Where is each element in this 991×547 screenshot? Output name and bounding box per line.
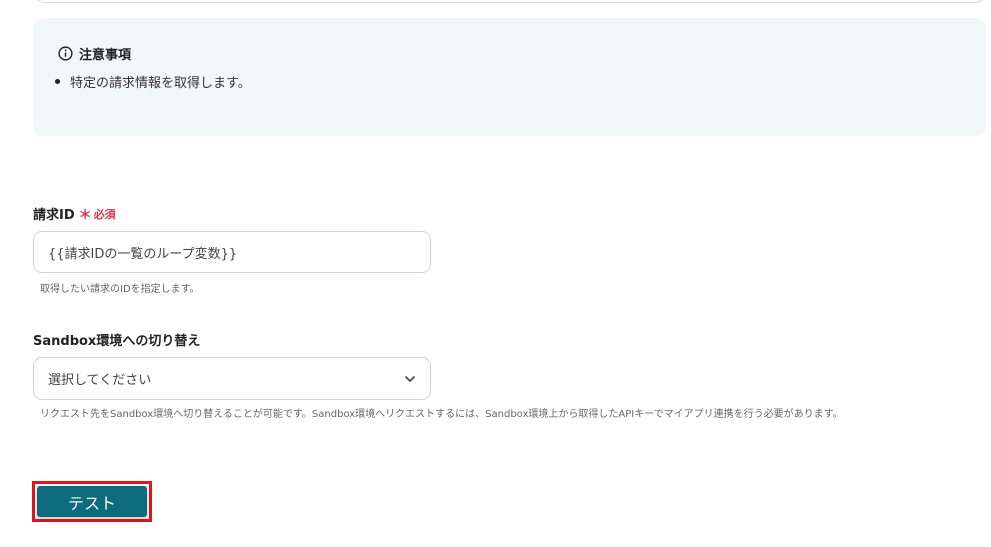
form-page: 注意事項 特定の請求情報を取得します。 請求ID ＊ 必須 {{請求IDの一覧の… [0, 0, 991, 547]
previous-card-edge [33, 0, 987, 3]
sandbox-selected-value: 選択してください [48, 373, 152, 388]
notice-item: 特定の請求情報を取得します。 [55, 72, 251, 91]
invoice-id-label-text: 請求ID [33, 208, 75, 223]
invoice-id-input[interactable]: {{請求IDの一覧のループ変数}} [33, 231, 431, 273]
notice-box: 注意事項 特定の請求情報を取得します。 [33, 18, 986, 136]
notice-title: 注意事項 [79, 48, 132, 63]
invoice-id-label: 請求ID ＊ 必須 [33, 204, 116, 224]
required-asterisk: ＊ [78, 208, 92, 223]
info-circle-icon [58, 46, 73, 61]
sandbox-select[interactable]: 選択してください [33, 357, 431, 400]
notice-header: 注意事項 [58, 44, 131, 63]
sandbox-help: リクエスト先をSandbox環境へ切り替えることが可能です。Sandbox環境へ… [40, 409, 843, 420]
bullet-icon [55, 79, 60, 84]
invoice-id-value: {{請求IDの一覧のループ変数}} [48, 246, 238, 262]
sandbox-label-text: Sandbox環境への切り替え [33, 334, 201, 349]
chevron-down-icon [405, 375, 415, 382]
required-text: 必須 [93, 207, 116, 221]
notice-list: 特定の請求情報を取得します。 [55, 72, 251, 91]
invoice-id-help: 取得したい請求のIDを指定します。 [40, 284, 200, 295]
notice-item-text: 特定の請求情報を取得します。 [70, 76, 251, 91]
sandbox-label: Sandbox環境への切り替え [33, 330, 200, 349]
test-button[interactable]: テスト [37, 486, 147, 517]
